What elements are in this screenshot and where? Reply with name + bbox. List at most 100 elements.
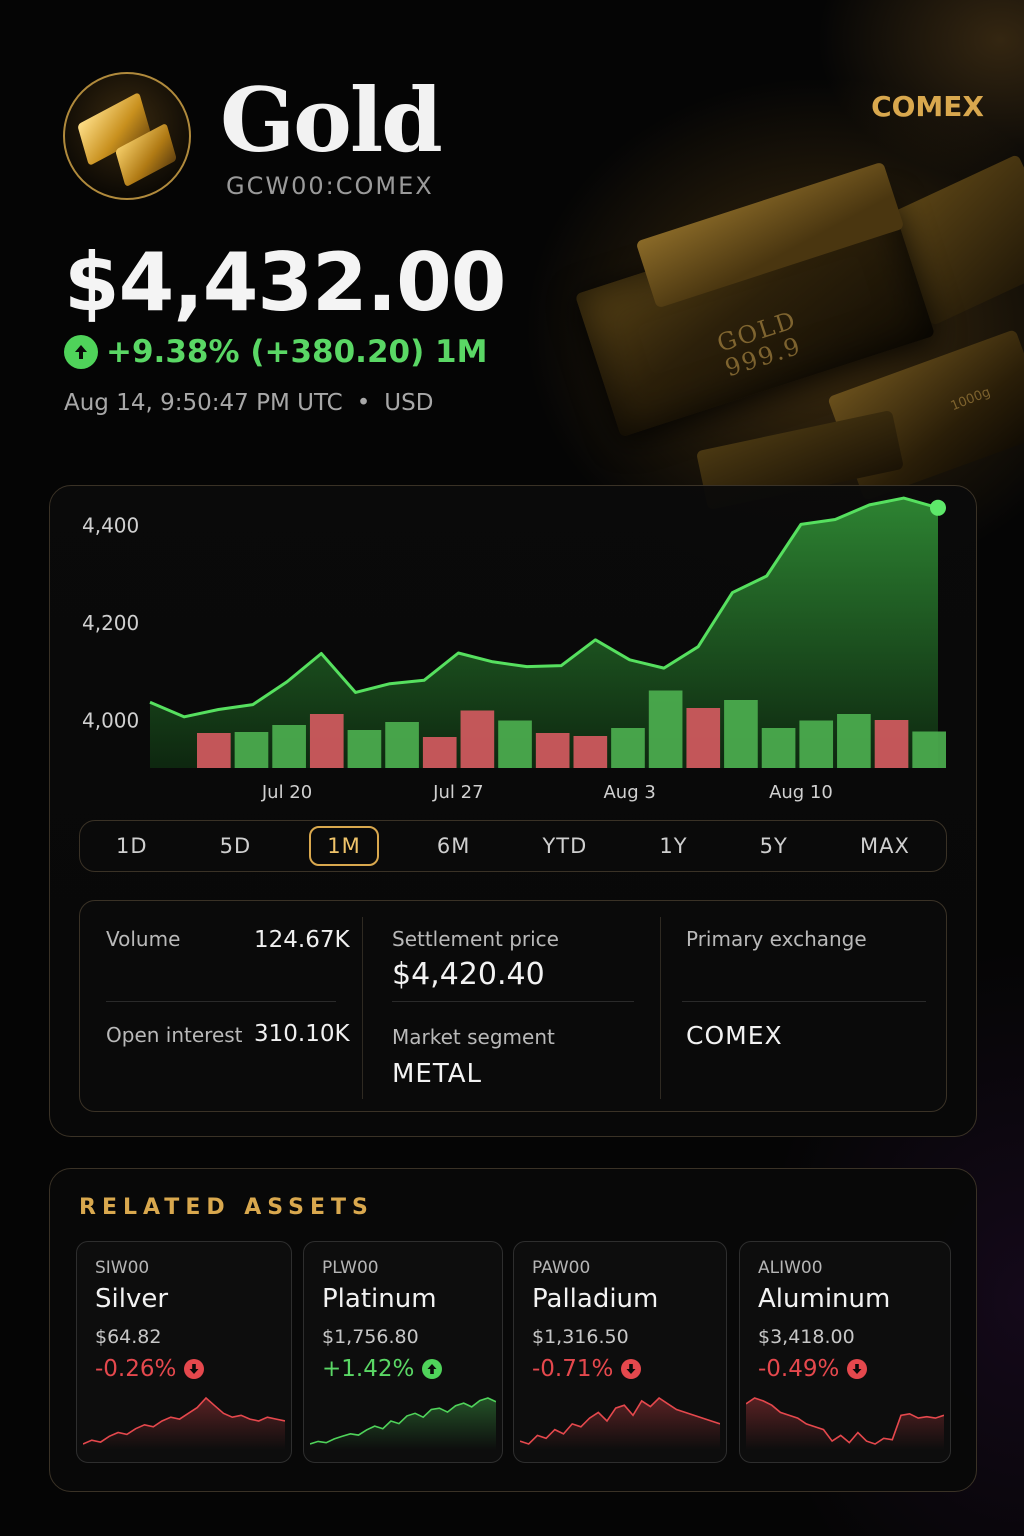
x-tick-label: Aug 10 <box>769 782 833 803</box>
asset-name: Aluminum <box>758 1284 891 1314</box>
segment-value: METAL <box>392 1059 482 1089</box>
y-tick-label: 4,000 <box>82 708 139 732</box>
volume-bar <box>234 732 269 768</box>
open-interest-label: Open interest <box>106 1023 243 1047</box>
volume-bar <box>197 733 231 768</box>
price-change: +9.38% (+380.20) 1M <box>64 334 487 370</box>
y-tick-label: 4,400 <box>82 513 139 537</box>
arrow-up-circle-icon <box>422 1359 443 1379</box>
divider <box>106 1001 336 1002</box>
asset-change-text: +1.42% <box>322 1356 415 1382</box>
volume-bar <box>385 722 419 768</box>
settlement-value: $4,420.40 <box>392 957 545 992</box>
sparkline <box>746 1397 944 1450</box>
segment-label: Market segment <box>392 1025 555 1049</box>
x-tick-label: Aug 3 <box>603 782 655 803</box>
arrow-down-circle-icon <box>621 1359 642 1379</box>
y-tick-label: 4,200 <box>82 611 139 635</box>
volume-bar <box>347 730 382 768</box>
volume-value: 124.67K <box>254 927 350 953</box>
asset-price: $3,418.00 <box>758 1326 855 1348</box>
asset-name: Palladium <box>532 1284 659 1314</box>
arrow-up-circle-icon <box>64 335 98 369</box>
asset-name: Platinum <box>322 1284 437 1314</box>
asset-symbol: PAW00 <box>532 1258 591 1278</box>
volume-bar <box>686 708 721 768</box>
separator-dot: • <box>356 390 371 416</box>
last-price-dot <box>930 499 946 516</box>
volume-bar <box>535 733 570 768</box>
asset-change: -0.49% <box>758 1356 868 1382</box>
volume-bar <box>573 736 608 768</box>
ticker-symbol: GCW00:COMEX <box>226 172 434 200</box>
x-tick-label: Jul 27 <box>432 782 483 803</box>
asset-name: Gold <box>220 68 443 172</box>
sparkline <box>310 1397 496 1450</box>
volume-bar <box>724 700 758 768</box>
asset-symbol: ALIW00 <box>758 1258 823 1278</box>
sparkline <box>83 1396 285 1450</box>
asset-change: +1.42% <box>322 1356 443 1382</box>
volume-bar <box>460 710 495 768</box>
volume-bar <box>611 728 645 768</box>
arrow-down-circle-icon <box>847 1359 868 1379</box>
currency: USD <box>384 390 434 416</box>
sparkline-area <box>520 1398 720 1450</box>
asset-price: $1,316.50 <box>532 1326 629 1348</box>
volume-label: Volume <box>106 927 181 951</box>
volume-bar <box>799 720 834 768</box>
range-button-1m[interactable]: 1M <box>309 826 379 866</box>
divider <box>682 1001 926 1002</box>
asset-symbol: SIW00 <box>95 1258 150 1278</box>
divider <box>660 917 661 1099</box>
arrow-down-circle-icon <box>184 1359 205 1379</box>
asset-name: Silver <box>95 1284 169 1314</box>
asset-change: -0.26% <box>95 1356 205 1382</box>
primary-exchange-label: Primary exchange <box>686 927 867 951</box>
asset-symbol: PLW00 <box>322 1258 379 1278</box>
range-selector: 1D 5D 1M 6M YTD 1Y 5Y MAX <box>79 820 947 872</box>
chart-card: 4,000 4,200 4,400 Jul 20 Jul 27 Aug 3 Aug 10 1… <box>49 485 977 1137</box>
volume-bar <box>648 690 683 768</box>
divider <box>362 917 363 1099</box>
range-button-6m[interactable]: 6M <box>423 826 484 866</box>
gold-bars-logo <box>63 72 191 200</box>
volume-bar <box>874 720 909 768</box>
related-assets-title: RELATED ASSETS <box>79 1195 374 1220</box>
related-assets-card: RELATED ASSETS SIW00 Silver $64.82 -0.26… <box>49 1168 977 1492</box>
volume-bar <box>761 728 796 768</box>
volume-bar <box>912 731 946 768</box>
asset-price: $1,756.80 <box>322 1326 419 1348</box>
asset-change-text: -0.26% <box>95 1356 177 1382</box>
asset-change-text: -0.49% <box>758 1356 840 1382</box>
change-text: +9.38% (+380.20) 1M <box>106 334 488 370</box>
related-asset-card[interactable]: ALIW00 Aluminum $3,418.00 -0.49% <box>739 1241 951 1463</box>
volume-bar <box>837 714 871 768</box>
timestamp-row: Aug 14, 9:50:47 PM UTC • USD <box>64 390 433 416</box>
range-button-max[interactable]: MAX <box>846 826 924 866</box>
range-button-ytd[interactable]: YTD <box>528 826 601 866</box>
related-asset-card[interactable]: PAW00 Palladium $1,316.50 -0.71% <box>513 1241 727 1463</box>
asset-change-text: -0.71% <box>532 1356 614 1382</box>
range-button-1d[interactable]: 1D <box>102 826 162 866</box>
volume-bar <box>309 714 344 768</box>
asset-change: -0.71% <box>532 1356 642 1382</box>
x-tick-label: Jul 20 <box>261 782 312 803</box>
divider <box>392 1001 634 1002</box>
range-button-1y[interactable]: 1Y <box>645 826 701 866</box>
range-button-5d[interactable]: 5D <box>206 826 266 866</box>
volume-bar <box>498 720 532 768</box>
asset-price: $64.82 <box>95 1326 162 1348</box>
timestamp: Aug 14, 9:50:47 PM UTC <box>64 390 343 416</box>
sparkline-area <box>83 1398 285 1450</box>
settlement-label: Settlement price <box>392 927 559 951</box>
related-asset-card[interactable]: PLW00 Platinum $1,756.80 +1.42% <box>303 1241 503 1463</box>
price-chart[interactable]: 4,000 4,200 4,400 Jul 20 Jul 27 Aug 3 Aug 10 <box>50 486 978 806</box>
primary-exchange-value: COMEX <box>686 1021 783 1050</box>
range-button-5y[interactable]: 5Y <box>746 826 802 866</box>
open-interest-value: 310.10K <box>254 1021 350 1047</box>
volume-bar <box>272 725 306 768</box>
exchange-tag: COMEX <box>871 90 984 123</box>
sparkline <box>520 1396 720 1450</box>
related-asset-card[interactable]: SIW00 Silver $64.82 -0.26% <box>76 1241 292 1463</box>
